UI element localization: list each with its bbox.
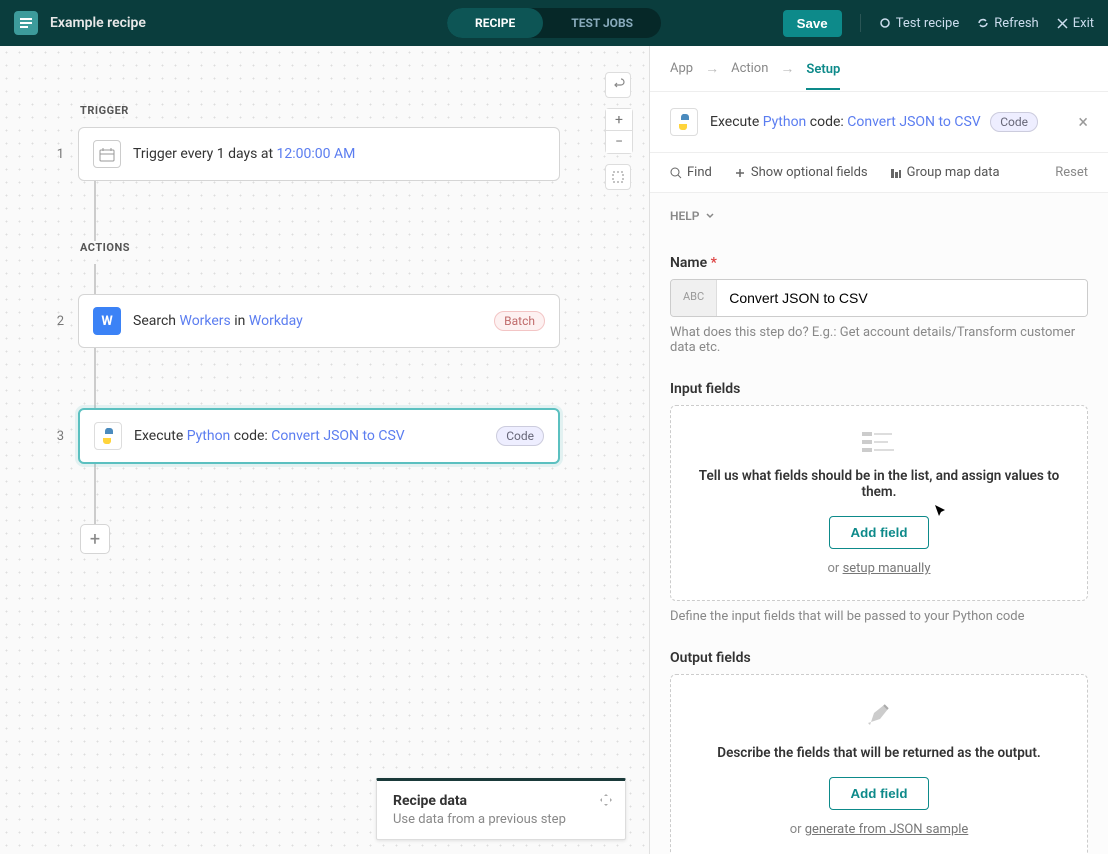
- output-fields-label: Output fields: [670, 650, 1088, 666]
- pen-icon: [691, 699, 1067, 733]
- tab-test-jobs[interactable]: TEST JOBS: [543, 8, 661, 38]
- refresh-link[interactable]: Refresh: [977, 16, 1038, 31]
- add-step-button[interactable]: +: [80, 524, 110, 554]
- generate-json-link[interactable]: generate from JSON sample: [805, 822, 969, 837]
- code-badge: Code: [496, 426, 544, 446]
- recipe-data-subtitle: Use data from a previous step: [393, 812, 609, 827]
- chevron-right-icon: →: [705, 60, 719, 77]
- breadcrumb-app[interactable]: App: [670, 61, 693, 76]
- view-toggle: RECIPE TEST JOBS: [447, 8, 661, 38]
- help-toggle[interactable]: HELP: [670, 193, 1088, 239]
- code-badge: Code: [990, 112, 1038, 132]
- topbar: Example recipe RECIPE TEST JOBS Save Tes…: [0, 0, 1108, 46]
- step-number: 1: [50, 147, 64, 162]
- undo-button[interactable]: [605, 72, 631, 98]
- chevron-down-icon: [705, 211, 715, 221]
- input-fields-empty: Tell us what fields should be in the lis…: [670, 405, 1088, 601]
- add-input-field-button[interactable]: Add field: [829, 516, 928, 549]
- plus-icon: [734, 167, 746, 179]
- tab-recipe[interactable]: RECIPE: [447, 8, 543, 38]
- close-panel-button[interactable]: ×: [1078, 112, 1088, 133]
- step-trigger[interactable]: Trigger every 1 days at 12:00:00 AM: [78, 127, 560, 181]
- batch-badge: Batch: [494, 311, 545, 331]
- python-icon: [670, 108, 698, 136]
- setup-manually-link[interactable]: setup manually: [843, 561, 931, 576]
- panel-title: Execute Python code: Convert JSON to CSV…: [710, 114, 1066, 130]
- step-number: 3: [50, 429, 64, 444]
- list-icon: [691, 430, 1067, 456]
- chevron-right-icon: →: [780, 60, 794, 77]
- input-fields-hint: Define the input fields that will be pas…: [670, 609, 1088, 624]
- workday-icon: W: [93, 307, 121, 335]
- recipe-canvas[interactable]: + − TRIGGER 1 Trigger every 1 days at 12…: [0, 46, 649, 854]
- breadcrumb: App → Action → Setup: [650, 46, 1108, 92]
- output-fields-empty: Describe the fields that will be returne…: [670, 674, 1088, 854]
- input-type-badge: ABC: [671, 280, 717, 316]
- recipe-data-title: Recipe data: [393, 793, 609, 809]
- step-number: 2: [50, 314, 64, 329]
- refresh-icon: [977, 17, 989, 29]
- save-button[interactable]: Save: [783, 10, 842, 37]
- search-icon: [670, 167, 682, 179]
- timer-icon: [93, 140, 121, 168]
- test-recipe-link[interactable]: Test recipe: [879, 16, 960, 31]
- reset-button[interactable]: Reset: [1055, 165, 1088, 180]
- recipe-title: Example recipe: [50, 15, 146, 31]
- breadcrumb-action[interactable]: Action: [731, 61, 768, 76]
- python-icon: [94, 422, 122, 450]
- recipe-data-panel[interactable]: Recipe data Use data from a previous ste…: [376, 778, 626, 840]
- zoom-in-button[interactable]: +: [606, 109, 632, 131]
- gear-icon: [879, 17, 891, 29]
- bar-icon: [890, 167, 902, 179]
- step-execute-python[interactable]: Execute Python code: Convert JSON to CSV…: [78, 408, 560, 464]
- name-input[interactable]: [717, 280, 1087, 316]
- show-optional-button[interactable]: Show optional fields: [734, 165, 868, 180]
- fit-button[interactable]: [605, 164, 631, 190]
- step-search-workers[interactable]: W Search Workers in Workday Batch: [78, 294, 560, 348]
- zoom-out-button[interactable]: −: [606, 131, 632, 153]
- actions-section-label: ACTIONS: [80, 241, 560, 254]
- drag-handle-icon[interactable]: [599, 793, 613, 811]
- add-output-field-button[interactable]: Add field: [829, 777, 928, 810]
- app-logo-icon: [14, 11, 38, 35]
- name-label: Name *: [670, 255, 1088, 271]
- group-map-button[interactable]: Group map data: [890, 165, 1000, 180]
- input-fields-label: Input fields: [670, 381, 1088, 397]
- find-button[interactable]: Find: [670, 165, 712, 180]
- setup-panel: App → Action → Setup Execute Python code…: [649, 46, 1108, 854]
- name-hint: What does this step do? E.g.: Get accoun…: [670, 325, 1088, 355]
- exit-link[interactable]: Exit: [1057, 16, 1094, 31]
- close-icon: [1057, 18, 1068, 29]
- breadcrumb-setup[interactable]: Setup: [806, 62, 840, 90]
- trigger-section-label: TRIGGER: [80, 104, 560, 117]
